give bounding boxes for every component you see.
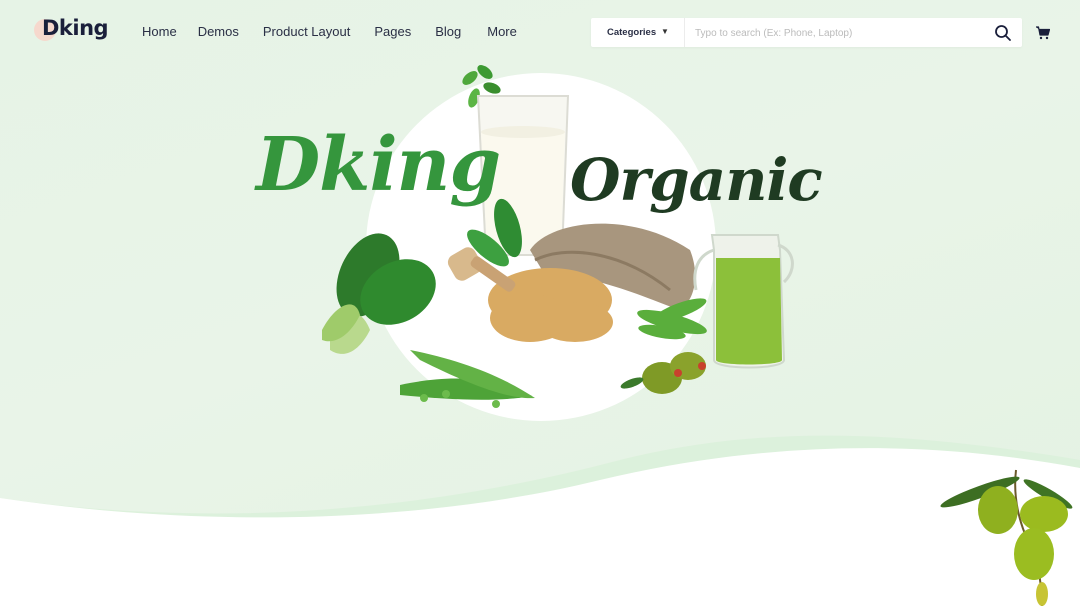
category-label: Categories bbox=[607, 27, 657, 38]
pea-pods-image bbox=[400, 350, 535, 408]
hero-title-secondary: Organic bbox=[570, 146, 823, 214]
nav-blog[interactable]: Blog bbox=[435, 24, 461, 39]
nav-product-layout[interactable]: Product Layout bbox=[263, 24, 350, 39]
site-header: Dking Home Demos Product Layout Pages Bl… bbox=[0, 0, 1080, 64]
logo-text: Dking bbox=[42, 16, 109, 40]
cart-icon[interactable] bbox=[1036, 26, 1050, 40]
olive-oil-jug-image bbox=[693, 234, 794, 369]
site-logo[interactable]: Dking bbox=[34, 16, 109, 48]
main-nav: Home Demos Product Layout Pages Blog Mor… bbox=[142, 24, 539, 39]
olive-branch-decoration bbox=[940, 469, 1073, 607]
nav-home[interactable]: Home bbox=[142, 24, 177, 39]
bok-choy-image bbox=[322, 233, 436, 354]
olives-image bbox=[620, 352, 706, 394]
search-bar: Categories ▼ bbox=[591, 18, 1022, 47]
caret-down-icon: ▼ bbox=[661, 27, 669, 36]
nav-more[interactable]: More bbox=[487, 24, 517, 39]
nav-demos[interactable]: Demos bbox=[198, 24, 239, 39]
search-icon[interactable] bbox=[994, 24, 1012, 42]
bottom-wave bbox=[0, 435, 1080, 608]
search-input[interactable] bbox=[693, 23, 977, 44]
nav-pages[interactable]: Pages bbox=[374, 24, 411, 39]
hero-product-artwork bbox=[322, 65, 794, 408]
hero-title-primary: Dking bbox=[256, 122, 501, 208]
category-dropdown[interactable]: Categories ▼ bbox=[591, 18, 685, 47]
